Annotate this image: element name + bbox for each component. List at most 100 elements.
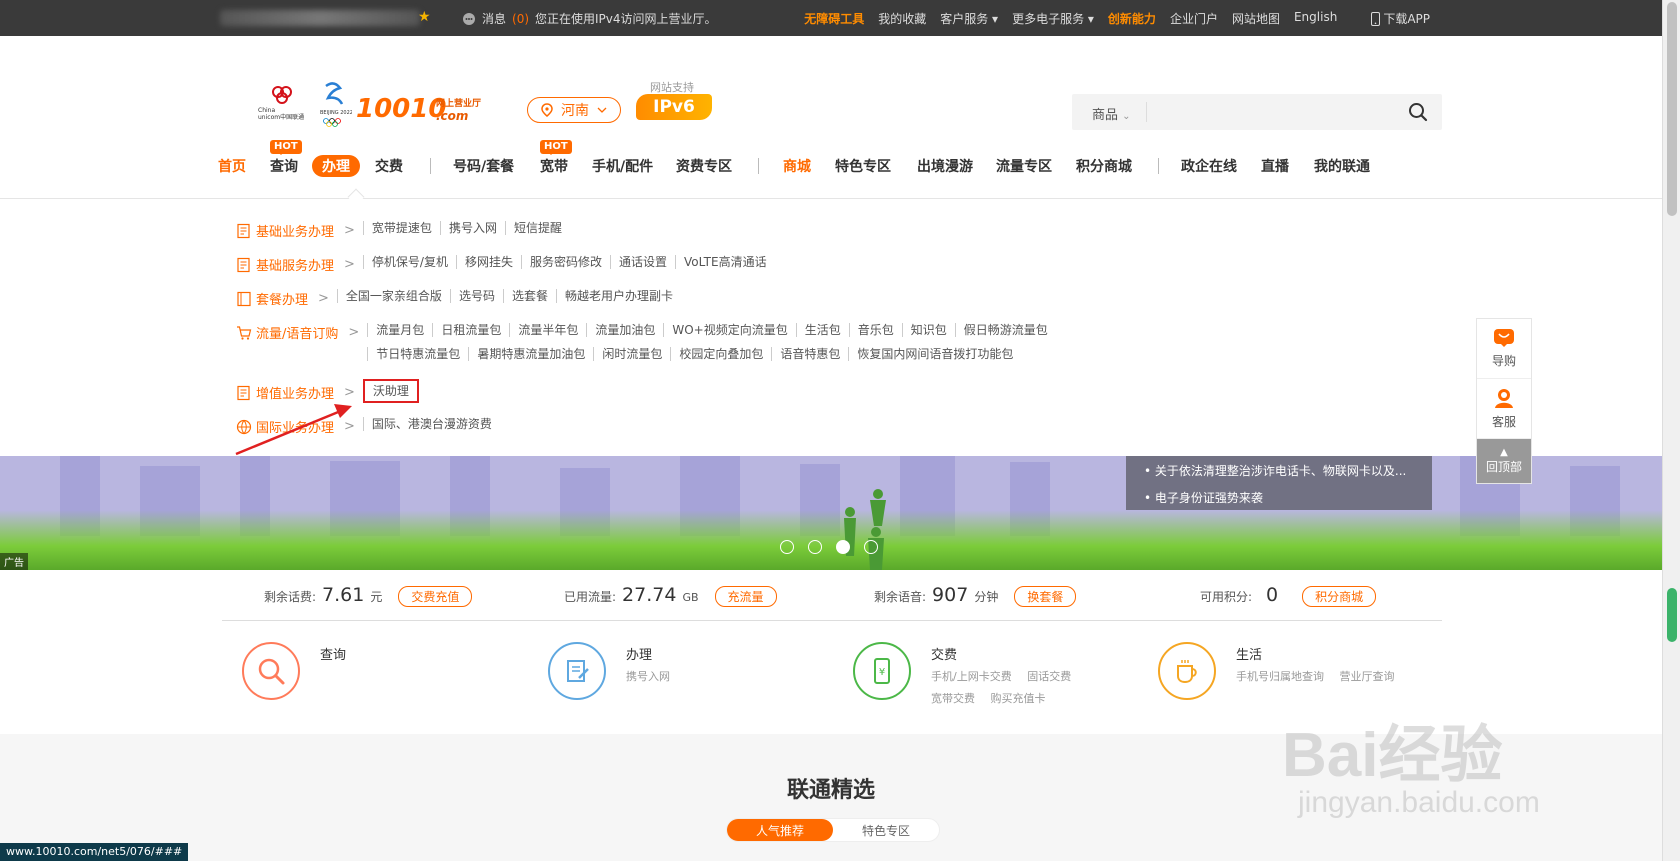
menu-link[interactable]: 国际、港澳台漫游资费: [362, 417, 500, 431]
menu-link[interactable]: 流量半年包: [509, 323, 586, 337]
nav-my-unicom[interactable]: 我的联通: [1314, 156, 1370, 176]
menu-link[interactable]: 全国一家亲组合版: [336, 289, 450, 303]
site-logo[interactable]: China unicom中国联通 BEIJING 2022 10010 网上营业…: [256, 76, 486, 140]
english-link[interactable]: English: [1294, 10, 1337, 27]
nav-enterprise[interactable]: 政企在线: [1181, 156, 1237, 176]
region-selector[interactable]: 河南: [527, 97, 621, 123]
scrollbar-thumb[interactable]: [1667, 2, 1677, 216]
tab-popular[interactable]: 人气推荐: [727, 819, 833, 841]
star-icon[interactable]: ★: [418, 9, 431, 25]
menu-category[interactable]: 基础服务办理 >: [236, 255, 363, 274]
points-mall-button[interactable]: 积分商城: [1302, 586, 1377, 607]
service-title[interactable]: 办理: [626, 644, 652, 663]
menu-link[interactable]: WO+视频定向流量包: [663, 323, 795, 337]
news-item[interactable]: • 电子身份证强势来袭: [1144, 485, 1414, 512]
customer-service-menu[interactable]: 客户服务 ▾: [940, 10, 998, 27]
carousel-dot-active[interactable]: [836, 540, 850, 554]
nav-pay[interactable]: 交费: [375, 156, 403, 176]
service-title[interactable]: 查询: [320, 644, 346, 663]
cup-icon[interactable]: [1158, 642, 1216, 700]
favorites-link[interactable]: 我的收藏: [878, 10, 926, 27]
menu-link[interactable]: 校园定向叠加包: [670, 347, 771, 361]
menu-link[interactable]: 音乐包: [848, 323, 902, 337]
service-link[interactable]: 购买充值卡: [991, 692, 1046, 705]
innovation-link[interactable]: 创新能力: [1108, 10, 1156, 27]
wo-assistant-link[interactable]: 沃助理: [362, 379, 419, 403]
menu-link[interactable]: 服务密码修改: [520, 255, 610, 269]
download-app-link[interactable]: 下载APP: [1371, 10, 1430, 27]
more-services-menu[interactable]: 更多电子服务 ▾: [1012, 10, 1094, 27]
service-title[interactable]: 交费: [931, 644, 957, 663]
nav-query[interactable]: HOT 查询: [270, 140, 302, 176]
menu-category[interactable]: 套餐办理 >: [236, 289, 337, 308]
service-link[interactable]: 固话交费: [1027, 670, 1071, 683]
menu-link[interactable]: 选号码: [449, 289, 503, 303]
nav-phones[interactable]: 手机/配件: [592, 156, 653, 176]
nav-live[interactable]: 直播: [1261, 156, 1289, 176]
menu-link[interactable]: 流量加油包: [586, 323, 663, 337]
nav-featured[interactable]: 特色专区: [835, 156, 891, 176]
service-link[interactable]: 手机号归属地查询: [1236, 670, 1324, 683]
menu-link[interactable]: 闲时流量包: [593, 347, 670, 361]
menu-link[interactable]: 携号入网: [439, 221, 505, 235]
recharge-button[interactable]: 交费充值: [398, 586, 473, 607]
nav-data[interactable]: 流量专区: [996, 156, 1052, 176]
news-item[interactable]: • 关于依法清理整治涉诈电话卡、物联网卡以及...: [1144, 458, 1414, 485]
menu-link[interactable]: 宽带提速包: [362, 221, 440, 235]
nav-home[interactable]: 首页: [218, 156, 246, 176]
service-link[interactable]: 手机/上网卡交费: [931, 670, 1012, 683]
carousel-dot[interactable]: [864, 540, 878, 554]
customer-service-button[interactable]: 客服: [1477, 379, 1531, 439]
menu-link[interactable]: 暑期特惠流量加油包: [468, 347, 593, 361]
menu-link[interactable]: 节日特惠流量包: [367, 347, 468, 361]
menu-link[interactable]: 生活包: [795, 323, 849, 337]
menu-link[interactable]: 流量月包: [367, 323, 432, 337]
search-scope-select[interactable]: 商品 ⌄: [1092, 104, 1131, 123]
nav-mall[interactable]: 商城: [783, 156, 811, 176]
menu-link[interactable]: 知识包: [901, 323, 955, 337]
menu-link[interactable]: 恢复国内网间语音拨打功能包: [848, 347, 1021, 361]
menu-link[interactable]: 日租流量包: [432, 323, 509, 337]
menu-link[interactable]: 假日畅游流量包: [954, 323, 1056, 337]
menu-link[interactable]: 停机保号/复机: [362, 255, 456, 269]
service-title[interactable]: 生活: [1236, 644, 1262, 663]
back-to-top-button[interactable]: ▲ 回顶部: [1477, 439, 1531, 483]
message-link[interactable]: 消息 (0) 您正在使用IPv4访问网上营业厅。: [462, 10, 717, 27]
shopping-guide-button[interactable]: 导购: [1477, 319, 1531, 379]
nav-number-plan[interactable]: 号码/套餐: [453, 156, 514, 176]
sitemap-link[interactable]: 网站地图: [1232, 10, 1280, 27]
handle-icon[interactable]: [548, 642, 606, 700]
nav-divider: [1158, 158, 1159, 174]
menu-category[interactable]: 基础业务办理 >: [236, 221, 363, 240]
service-link[interactable]: 营业厅查询: [1340, 670, 1395, 683]
carousel-dot[interactable]: [808, 540, 822, 554]
nav-roaming[interactable]: 出境漫游: [917, 156, 973, 176]
menu-links: 国际、港澳台漫游资费: [362, 417, 500, 431]
menu-category[interactable]: 流量/语音订购 >: [236, 323, 367, 342]
menu-link[interactable]: 通话设置: [610, 255, 675, 269]
buy-data-button[interactable]: 充流量: [714, 586, 777, 607]
service-link[interactable]: 宽带交费: [931, 692, 975, 705]
menu-link[interactable]: 移网挂失: [455, 255, 521, 269]
pay-phone-icon[interactable]: ¥: [853, 642, 911, 700]
tab-featured[interactable]: 特色专区: [833, 819, 939, 841]
nav-points-mall[interactable]: 积分商城: [1076, 156, 1132, 176]
nav-broadband[interactable]: HOT 宽带: [540, 140, 572, 176]
query-icon[interactable]: [242, 642, 300, 700]
carousel-dot[interactable]: [780, 540, 794, 554]
menu-link[interactable]: 畅越老用户办理副卡: [555, 289, 681, 303]
nav-tariff[interactable]: 资费专区: [676, 156, 732, 176]
search-icon[interactable]: [1408, 102, 1428, 122]
page-scrollbar[interactable]: [1662, 0, 1680, 861]
enterprise-portal-link[interactable]: 企业门户: [1170, 10, 1218, 27]
menu-link[interactable]: 选套餐: [502, 289, 556, 303]
search-input[interactable]: [1154, 100, 1384, 124]
change-plan-button[interactable]: 换套餐: [1014, 586, 1077, 607]
menu-link[interactable]: 短信提醒: [504, 221, 570, 235]
menu-link[interactable]: 语音特惠包: [771, 347, 848, 361]
accessibility-link[interactable]: 无障碍工具: [804, 10, 864, 27]
service-link[interactable]: 携号入网: [626, 670, 670, 683]
promo-banner[interactable]: • 关于依法清理整治涉诈电话卡、物联网卡以及... • 电子身份证强势来袭 广告: [0, 456, 1662, 570]
menu-link[interactable]: VoLTE高清通话: [675, 255, 775, 269]
nav-handle[interactable]: 办理: [312, 155, 360, 177]
